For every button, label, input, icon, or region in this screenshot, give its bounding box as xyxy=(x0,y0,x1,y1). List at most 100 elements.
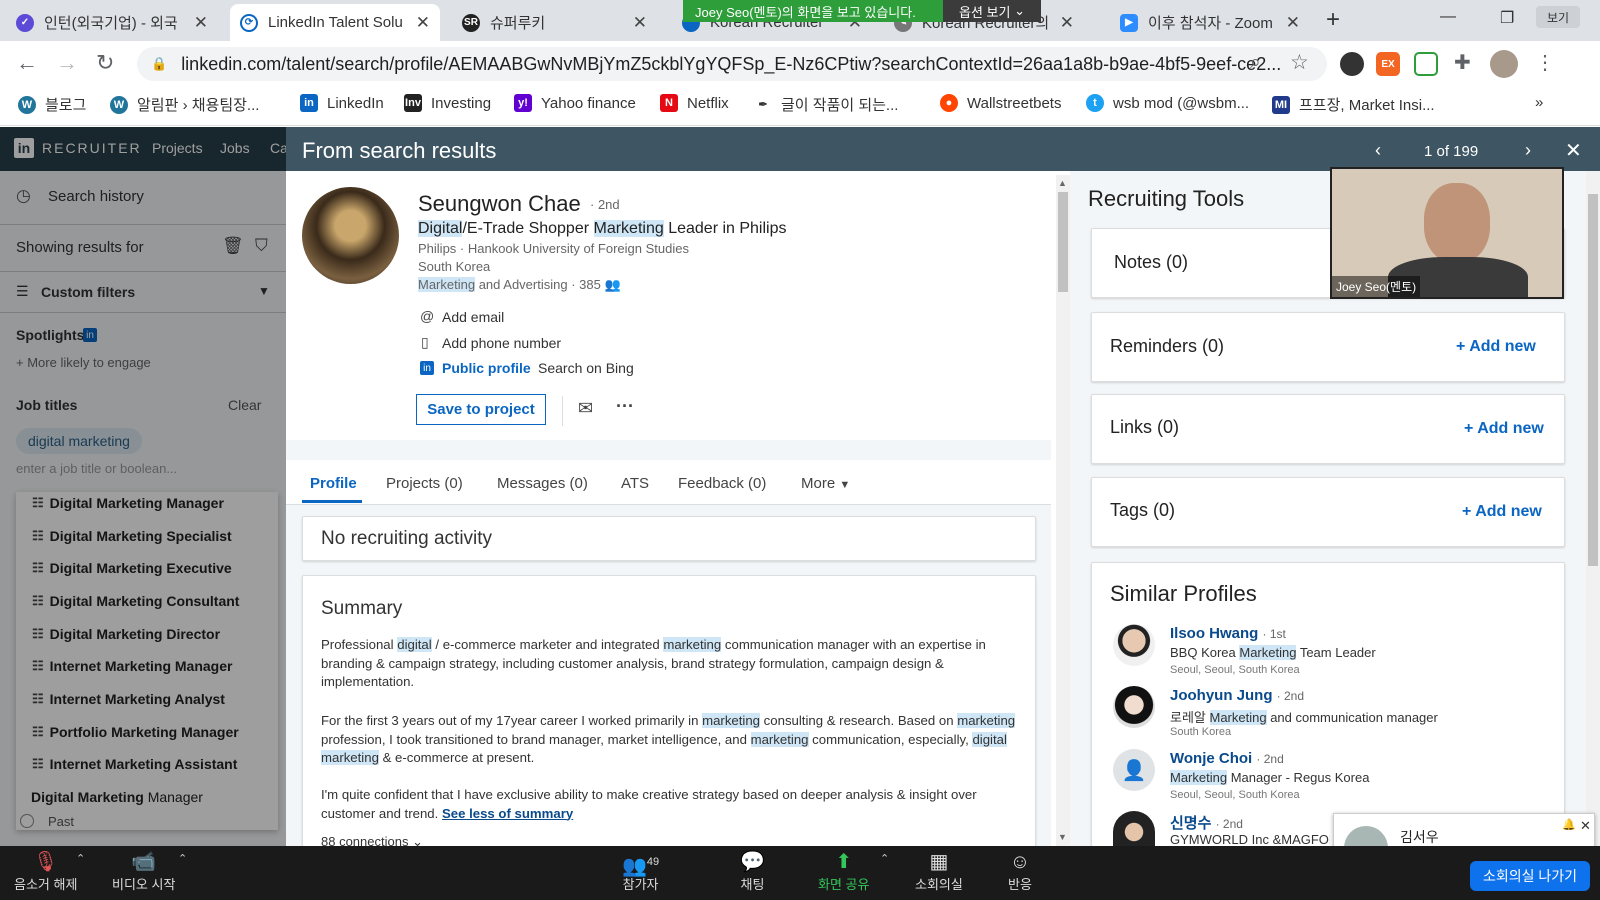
similar-avatar xyxy=(1113,686,1155,728)
browser-tab[interactable]: SR 슈퍼루키 ✕ xyxy=(452,4,657,41)
similar-name[interactable]: 신명수 · 2nd xyxy=(1170,812,1243,833)
tab-profile[interactable]: Profile xyxy=(310,475,357,492)
notification-bell-icon[interactable]: 🔔 xyxy=(1562,818,1576,831)
bookmark-item[interactable]: t wsb mod (@wsbm... xyxy=(1086,94,1249,112)
minimize-icon[interactable]: — xyxy=(1440,8,1456,26)
similar-name[interactable]: Ilsoo Hwang · 1st xyxy=(1170,625,1286,642)
search-bing-link[interactable]: Search on Bing xyxy=(538,360,634,376)
share-screen-button[interactable]: ⬆ 화면 공유 xyxy=(818,850,869,893)
breakout-rooms-button[interactable]: ▦ 소회의실 xyxy=(915,850,963,893)
bookmark-item[interactable]: Inv Investing xyxy=(404,94,491,112)
add-phone-link[interactable]: Add phone number xyxy=(442,335,561,351)
tab-ats[interactable]: ATS xyxy=(621,475,649,492)
bookmark-item[interactable]: W 블로그 xyxy=(18,94,86,115)
notification-close-icon[interactable]: ✕ xyxy=(1580,818,1591,834)
tab-title: 인턴(외국기업) - 외국 xyxy=(44,15,178,32)
prev-chevron-icon[interactable]: ‹ xyxy=(1375,140,1381,161)
mail-icon[interactable]: ✉ xyxy=(578,398,593,419)
save-to-project-button[interactable]: Save to project xyxy=(416,394,546,425)
chevron-down-icon: ▼ xyxy=(839,479,851,491)
candidate-education: Philips · Hankook University of Foreign … xyxy=(418,241,689,256)
tab-close-icon[interactable]: ✕ xyxy=(1060,13,1074,33)
lock-icon: 🔒 xyxy=(151,56,168,71)
extension-green-icon[interactable] xyxy=(1414,52,1438,76)
scroll-up-icon[interactable]: ▲ xyxy=(1058,178,1067,188)
tab-close-icon[interactable]: ✕ xyxy=(194,13,208,33)
bookmark-item[interactable]: W 알림판 › 채용팀장... xyxy=(110,94,259,115)
reload-icon[interactable]: ↻ xyxy=(96,50,114,76)
tab-feedback[interactable]: Feedback (0) xyxy=(678,475,766,492)
tab-close-icon[interactable]: ✕ xyxy=(633,13,647,33)
extension-circle-icon[interactable] xyxy=(1340,52,1364,76)
more-bookmarks-chevron-icon[interactable]: » xyxy=(1535,94,1543,111)
bookmark-item[interactable]: ● Wallstreetbets xyxy=(940,94,1061,112)
see-less-summary-link[interactable]: See less of summary xyxy=(442,806,573,821)
caret-up-icon[interactable]: ⌃ xyxy=(76,852,85,865)
participants-button[interactable]: 👥49 참가자 xyxy=(622,850,659,893)
tab-underline xyxy=(302,500,362,503)
browser-tab[interactable]: ✓ 인턴(외국기업) - 외국 ✕ xyxy=(6,4,218,41)
modal-title: From search results xyxy=(302,138,497,163)
linkedin-icon: in xyxy=(420,361,434,375)
phone-icon: ▯ xyxy=(421,334,429,350)
scrollbar-thumb[interactable] xyxy=(1058,192,1068,292)
more-actions-icon[interactable]: ··· xyxy=(616,396,634,417)
zoom-favicon-icon: ▶ xyxy=(1120,13,1138,32)
back-arrow-icon[interactable]: ← xyxy=(16,50,38,76)
similar-name[interactable]: Joohyun Jung · 2nd xyxy=(1170,687,1304,704)
zoom-magnifier-icon[interactable]: ⌕ xyxy=(1250,52,1261,74)
tab-messages[interactable]: Messages (0) xyxy=(497,475,588,492)
close-icon[interactable]: ✕ xyxy=(1565,138,1582,163)
participant-name: Joey Seo(멘토) xyxy=(1332,276,1421,297)
zoom-view-badge[interactable]: 보기 xyxy=(1536,6,1580,28)
tab-more[interactable]: More ▼ xyxy=(801,475,850,492)
notes-label[interactable]: Notes (0) xyxy=(1114,252,1188,273)
start-video-button[interactable]: 📹 비디오 시작 xyxy=(112,850,175,893)
bookmark-item[interactable]: MI 프프장, Market Insi... xyxy=(1272,94,1435,115)
forward-arrow-icon[interactable]: → xyxy=(56,50,78,76)
tab-close-icon[interactable]: ✕ xyxy=(1286,13,1300,33)
bookmark-item[interactable]: ✒ 글이 작품이 되는... xyxy=(754,94,898,115)
participant-video-tile[interactable]: Joey Seo(멘토) xyxy=(1330,167,1564,299)
leave-breakout-button[interactable]: 소회의실 나가기 xyxy=(1470,861,1590,891)
caret-up-icon[interactable]: ⌃ xyxy=(880,852,889,865)
extension-ex-icon[interactable]: EX xyxy=(1376,52,1400,76)
add-email-link[interactable]: Add email xyxy=(442,309,504,325)
zoom-view-options-button[interactable]: 옵션 보기 ⌄ xyxy=(943,0,1041,22)
browser-tab[interactable]: ▶ 이후 참석자 - Zoom ✕ xyxy=(1110,4,1310,41)
restore-icon[interactable]: ❐ xyxy=(1500,8,1514,28)
chat-button[interactable]: 💬 채팅 xyxy=(740,850,765,893)
next-chevron-icon[interactable]: › xyxy=(1525,140,1531,161)
tags-label: Tags (0) xyxy=(1110,500,1176,520)
reactions-button[interactable]: ☺ 반응 xyxy=(1008,850,1032,893)
bookmark-item[interactable]: y! Yahoo finance xyxy=(514,94,636,112)
add-link-button[interactable]: + Add new xyxy=(1464,420,1544,438)
add-tag-button[interactable]: + Add new xyxy=(1462,503,1542,521)
bookmark-item[interactable]: N Netflix xyxy=(660,94,729,112)
extensions-puzzle-icon[interactable]: ✚ xyxy=(1454,50,1471,75)
connection-degree: · 2nd xyxy=(590,197,620,212)
bookmark-item[interactable]: in LinkedIn xyxy=(300,94,384,112)
unmute-button[interactable]: 🎙 음소거 해제 xyxy=(14,850,77,893)
right-scrollbar-thumb[interactable] xyxy=(1588,194,1598,566)
public-profile-link[interactable]: Public profile xyxy=(442,360,531,376)
url-text: linkedin.com/talent/search/profile/AEMAA… xyxy=(181,53,1282,74)
similar-location: Seoul, Seoul, South Korea xyxy=(1170,664,1300,676)
browser-menu-icon[interactable]: ⋮ xyxy=(1535,50,1555,75)
similar-name[interactable]: Wonje Choi · 2nd xyxy=(1170,750,1284,767)
bookmark-star-icon[interactable]: ☆ xyxy=(1290,50,1309,75)
profile-avatar[interactable] xyxy=(1490,50,1518,78)
tab-projects[interactable]: Projects (0) xyxy=(386,475,463,492)
similar-avatar xyxy=(1113,811,1155,846)
add-reminder-button[interactable]: + Add new xyxy=(1456,338,1536,356)
browser-tab-active[interactable]: ⟳ LinkedIn Talent Solu ✕ xyxy=(230,4,440,41)
scroll-down-icon[interactable]: ▼ xyxy=(1058,832,1067,842)
caret-up-icon[interactable]: ⌃ xyxy=(178,852,187,865)
connections-link[interactable]: 88 connections ⌄ xyxy=(321,834,423,846)
new-tab-button[interactable]: + xyxy=(1326,6,1340,34)
address-bar[interactable]: 🔒 linkedin.com/talent/search/profile/AEM… xyxy=(137,47,1327,81)
recruiting-activity-card: No recruiting activity xyxy=(302,516,1036,561)
modal-backdrop[interactable] xyxy=(0,127,286,846)
tab-close-icon[interactable]: ✕ xyxy=(416,13,430,33)
candidate-name[interactable]: Seungwon Chae xyxy=(418,191,581,217)
